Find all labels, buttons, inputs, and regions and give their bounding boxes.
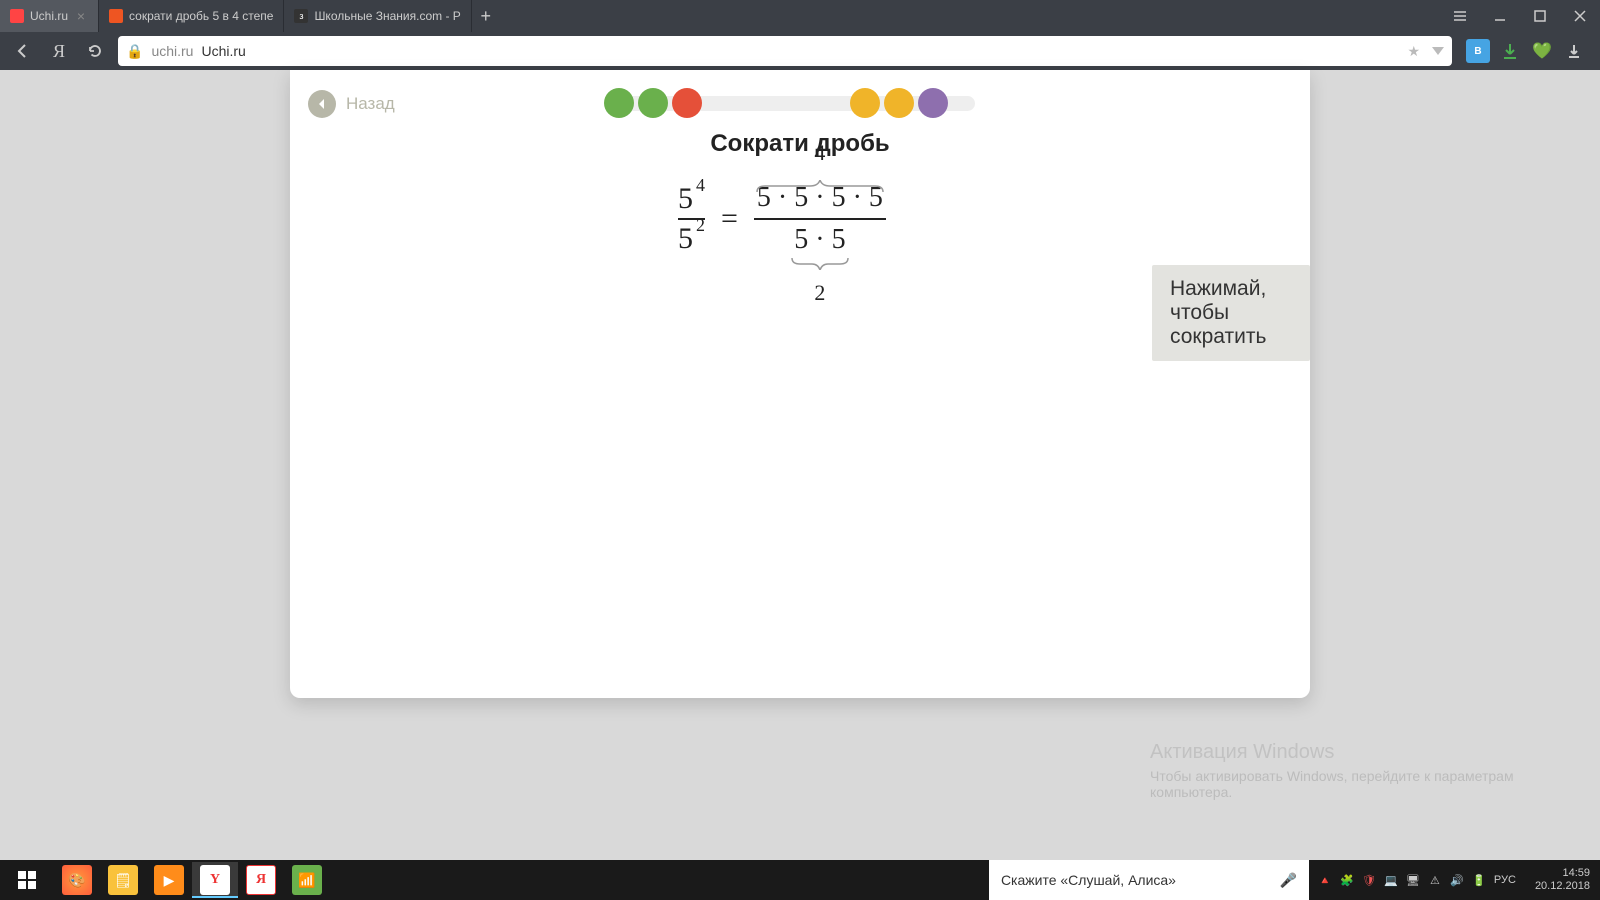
dot-icon <box>884 88 914 118</box>
start-button[interactable] <box>0 860 54 900</box>
yandex-browser-icon: Y <box>200 865 230 895</box>
dot-icon <box>604 88 634 118</box>
windows-activation-watermark: Активация Windows Чтобы активировать Win… <box>1150 741 1570 800</box>
notes-icon: 🗒 <box>108 865 138 895</box>
windows-taskbar: 🎨 🗒 ▶ Y Я 📶 Скажите «Слушай, Алиса» 🎤 🔺 … <box>0 860 1600 900</box>
taskbar-app[interactable]: ▶ <box>146 862 192 898</box>
alisa-placeholder: Скажите «Слушай, Алиса» <box>1001 872 1176 888</box>
clock-time: 14:59 <box>1562 867 1590 880</box>
dot-icon <box>850 88 880 118</box>
tray-icon[interactable]: 🖥 <box>1403 870 1423 890</box>
power-numerator: 5 4 <box>678 184 705 214</box>
downloads-icon[interactable] <box>1562 39 1586 63</box>
maximize-icon[interactable] <box>1520 0 1560 32</box>
watermark-sub: Чтобы активировать Windows, перейдите к … <box>1150 768 1570 800</box>
browser-nav-bar: Я 🔒 uchi.ru Uchi.ru ★ B 💚 <box>0 32 1600 70</box>
extension-icon[interactable]: 💚 <box>1530 39 1554 63</box>
equals-sign: = <box>721 202 738 236</box>
brace-count-top: 4 <box>755 140 885 166</box>
dot-icon <box>918 88 948 118</box>
taskbar-clock[interactable]: 14:59 20.12.2018 <box>1525 867 1600 893</box>
progress-dots-right <box>850 88 948 118</box>
taskbar-app[interactable]: Я <box>238 862 284 898</box>
tab-title: Uchi.ru <box>30 9 68 23</box>
brace-bottom: 2 <box>790 244 850 306</box>
yandex-home-icon[interactable]: Я <box>46 38 72 64</box>
browser-tab[interactable]: Uchi.ru × <box>0 0 99 32</box>
back-button[interactable]: Назад <box>308 90 395 118</box>
tray-icon[interactable]: 💻 <box>1381 870 1401 890</box>
chevron-left-icon <box>308 90 336 118</box>
dot-icon <box>672 88 702 118</box>
dropdown-icon[interactable] <box>1432 47 1444 55</box>
watermark-title: Активация Windows <box>1150 741 1570 764</box>
vk-icon[interactable]: B <box>1466 39 1490 63</box>
minimize-icon[interactable] <box>1480 0 1520 32</box>
math-expression: 5 4 5 2 = 4 5 · 5 · 5 · 5 5 · 5 <box>668 182 896 256</box>
page-content: Назад Сократи дробь 5 4 5 <box>0 70 1600 860</box>
close-icon[interactable]: × <box>74 9 88 23</box>
progress-dots-left <box>604 88 702 118</box>
network-icon[interactable]: ⚠ <box>1425 870 1445 890</box>
browser-tab[interactable]: сократи дробь 5 в 4 степе <box>99 0 284 32</box>
fraction-bar <box>754 218 886 220</box>
fraction-left: 5 4 5 2 <box>678 184 705 254</box>
browser-tab-bar: Uchi.ru × сократи дробь 5 в 4 степе з Шк… <box>0 0 1600 32</box>
power-denominator: 5 2 <box>678 224 705 254</box>
back-label: Назад <box>346 94 395 114</box>
back-icon[interactable] <box>10 38 36 64</box>
taskbar-app[interactable]: 🎨 <box>54 862 100 898</box>
tab-title: сократи дробь 5 в 4 степе <box>129 9 273 23</box>
tray-icon[interactable]: 🔺 <box>1315 870 1335 890</box>
alisa-search-bar[interactable]: Скажите «Слушай, Алиса» 🎤 <box>989 860 1309 900</box>
tray-icon[interactable]: 🧩 <box>1337 870 1357 890</box>
base: 5 <box>678 224 693 254</box>
bookmark-icon[interactable]: ★ <box>1407 43 1420 60</box>
paint-icon: 🎨 <box>62 865 92 895</box>
exponent: 4 <box>696 176 705 194</box>
hamburger-icon[interactable] <box>1440 0 1480 32</box>
tab-title: Школьные Знания.com - Р <box>314 9 460 23</box>
favicon-icon <box>109 9 123 23</box>
browser-tab[interactable]: з Школьные Знания.com - Р <box>284 0 471 32</box>
taskbar-app[interactable]: Y <box>192 862 238 898</box>
brace-top: 4 <box>755 140 885 202</box>
download-icon[interactable] <box>1498 39 1522 63</box>
fraction-expanded[interactable]: 4 5 · 5 · 5 · 5 5 · 5 2 <box>754 182 886 256</box>
system-tray: 🔺 🧩 🛡 💻 🖥 ⚠ 🔊 🔋 РУС <box>1309 870 1525 890</box>
brace-count-bottom: 2 <box>790 280 850 306</box>
dot-icon <box>638 88 668 118</box>
new-tab-button[interactable]: + <box>472 2 500 30</box>
taskbar-app[interactable]: 📶 <box>284 862 330 898</box>
battery-icon[interactable]: 🔋 <box>1469 870 1489 890</box>
volume-icon[interactable]: 🔊 <box>1447 870 1467 890</box>
lock-icon: 🔒 <box>126 43 143 60</box>
lesson-card: Назад Сократи дробь 5 4 5 <box>290 70 1310 698</box>
url-title: Uchi.ru <box>201 43 245 59</box>
reload-icon[interactable] <box>82 38 108 64</box>
microphone-icon[interactable]: 🎤 <box>1280 872 1297 889</box>
language-indicator[interactable]: РУС <box>1491 870 1519 890</box>
close-window-icon[interactable] <box>1560 0 1600 32</box>
favicon-icon <box>10 9 24 23</box>
taskbar-app[interactable]: 🗒 <box>100 862 146 898</box>
tray-icon[interactable]: 🛡 <box>1359 870 1379 890</box>
yandex-icon: Я <box>246 865 276 895</box>
url-bar[interactable]: 🔒 uchi.ru Uchi.ru ★ <box>118 36 1452 66</box>
favicon-icon: з <box>294 9 308 23</box>
exponent: 2 <box>696 216 705 234</box>
base: 5 <box>678 184 693 214</box>
hint-tooltip[interactable]: Нажимай, чтобы сократить <box>1152 265 1310 361</box>
url-domain: uchi.ru <box>151 43 193 59</box>
wifi-app-icon: 📶 <box>292 865 322 895</box>
clock-date: 20.12.2018 <box>1535 880 1590 893</box>
media-icon: ▶ <box>154 865 184 895</box>
